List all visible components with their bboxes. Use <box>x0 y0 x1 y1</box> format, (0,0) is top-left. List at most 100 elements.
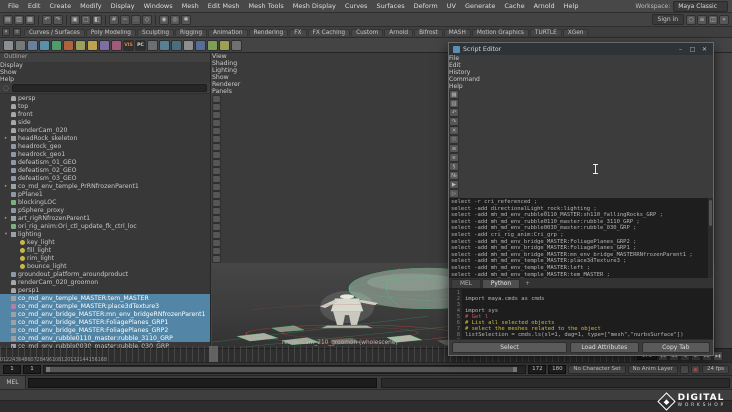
script-editor-menu-item[interactable]: File <box>449 55 713 62</box>
script-editor-menu-item[interactable]: Command <box>449 76 713 83</box>
anim-layer-dropdown[interactable]: No Anim Layer <box>627 364 678 374</box>
menu-item[interactable]: Create <box>45 2 75 10</box>
status-icon[interactable]: ▢ <box>81 14 91 25</box>
script-editor-titlebar[interactable]: Script Editor – □ ✕ <box>449 43 713 55</box>
outliner-item[interactable]: ori_rig_anim:Ori_ctl_update_fk_ctrl_loc <box>0 222 210 230</box>
viewport-toolbar-icon[interactable] <box>212 183 221 191</box>
outliner-item[interactable]: co_md_env_bridge_MASTER:mn_env_bridgeRNf… <box>0 310 210 318</box>
status-icon[interactable]: ▦ <box>25 14 35 25</box>
script-editor-toolbar-icon[interactable]: ▷ <box>449 189 459 198</box>
viewport-toolbar-icon[interactable] <box>212 191 221 199</box>
viewport-toolbar-icon[interactable] <box>212 143 221 151</box>
status-icon[interactable]: ~ <box>120 14 130 25</box>
outliner-menu-item[interactable]: Help <box>0 76 210 83</box>
expand-arrow-icon[interactable]: ▸ <box>3 136 9 141</box>
range-slider-bar[interactable] <box>46 366 518 372</box>
range-slider[interactable] <box>43 364 527 374</box>
menu-item[interactable]: Generate <box>461 2 499 10</box>
outliner-item[interactable]: bounce_light <box>0 262 210 270</box>
outliner-item[interactable]: key_light <box>0 238 210 246</box>
script-editor-toolbar-icon[interactable]: ↷ <box>449 117 459 126</box>
shelf-tool-icon[interactable] <box>63 39 74 51</box>
animation-end-field[interactable]: 180 <box>548 364 567 374</box>
script-editor-toolbar-icon[interactable]: ↶ <box>449 108 459 117</box>
viewport-toolbar-icon[interactable] <box>212 111 221 119</box>
shelf-tab[interactable]: FX Caching <box>307 28 351 36</box>
outliner-item[interactable]: ▾ lighting <box>0 230 210 238</box>
playback-start-field[interactable]: 1 <box>23 364 41 374</box>
viewport-toolbar-icon[interactable] <box>212 151 221 159</box>
script-input-pane[interactable]: 1 2 import maya.cmds as cmds 3 4 import … <box>449 289 713 339</box>
menu-item[interactable]: Edit Mesh <box>204 2 244 10</box>
viewport-toolbar-icon[interactable] <box>212 103 221 111</box>
outliner-item[interactable]: renderCam_020 <box>0 126 210 134</box>
expand-arrow-icon[interactable]: ▸ <box>3 184 9 189</box>
shelf-tool-icon[interactable] <box>159 39 170 51</box>
range-end-handle[interactable] <box>513 366 518 372</box>
expand-arrow-icon[interactable]: ▾ <box>3 232 9 237</box>
playback-end-field[interactable]: 172 <box>528 364 547 374</box>
shelf-tool-icon[interactable]: VIS <box>123 39 134 51</box>
viewport-toolbar-icon[interactable] <box>212 231 221 239</box>
fps-dropdown[interactable]: 24 fps <box>701 364 729 374</box>
status-icon[interactable]: ✱ <box>181 14 191 25</box>
shelf-tool-icon[interactable] <box>3 39 14 51</box>
shelf-tab[interactable]: Curves / Surfaces <box>24 28 85 36</box>
menu-item[interactable]: Deform <box>410 2 442 10</box>
shelf-tool-icon[interactable] <box>87 39 98 51</box>
status-icon[interactable] <box>105 14 106 25</box>
workspace-selector[interactable]: Maya Classic <box>673 0 728 12</box>
outliner-item[interactable]: fill_light <box>0 246 210 254</box>
status-icon[interactable]: ▣ <box>70 14 80 25</box>
outliner-item[interactable]: co_md_env_temple_MASTER:place3dTexture3 <box>0 302 210 310</box>
menu-item[interactable]: Mesh Display <box>289 2 340 10</box>
menu-item[interactable]: Curves <box>341 2 372 10</box>
script-editor-toolbar-icon[interactable]: ⌑ <box>449 135 459 144</box>
menu-item[interactable]: File <box>4 2 23 10</box>
outliner-item[interactable]: persp <box>0 94 210 102</box>
command-input[interactable] <box>28 377 377 388</box>
viewport-toolbar-icon[interactable] <box>212 207 221 215</box>
script-editor-menu-item[interactable]: Edit <box>449 62 713 69</box>
command-language-switch[interactable]: MEL <box>0 376 26 389</box>
shelf-tool-icon[interactable] <box>27 39 38 51</box>
script-editor-toolbar-icon[interactable]: ▦ <box>449 90 459 99</box>
shelf-tool-icon[interactable] <box>99 39 110 51</box>
expand-arrow-icon[interactable]: ▸ <box>3 216 9 221</box>
script-editor-toolbar-icon[interactable]: e <box>449 153 459 162</box>
history-scrollbar[interactable] <box>708 198 713 278</box>
status-icon[interactable]: ◎ <box>170 14 180 25</box>
outliner-item[interactable]: persp1 <box>0 286 210 294</box>
status-icon[interactable]: # <box>109 14 119 25</box>
shelf-tool-icon[interactable] <box>75 39 86 51</box>
outliner-item[interactable]: pPlane1 <box>0 190 210 198</box>
outliner-item[interactable]: rim_light <box>0 254 210 262</box>
shelf-tab[interactable]: XGen <box>562 28 589 36</box>
shelf-tool-icon[interactable] <box>39 39 50 51</box>
outliner-item[interactable]: co_md_env_rubble0110_master:rubble_3110_… <box>0 334 210 342</box>
outliner-item[interactable]: ▸ co_md_env_temple_PrRNfrozenParent1 <box>0 182 210 190</box>
script-editor-menu-item[interactable]: History <box>449 69 713 76</box>
shelf-tab[interactable]: Motion Graphics <box>471 28 529 36</box>
outliner-item[interactable]: defeatism_03_GEO <box>0 174 210 182</box>
viewport-toolbar-icon[interactable] <box>212 247 221 255</box>
outliner-item[interactable]: co_md_env_bridge_MASTER:FoliagePlanes_GR… <box>0 326 210 334</box>
viewport-toolbar-icon[interactable] <box>212 135 221 143</box>
outliner-item[interactable]: defeatism_01_GEO <box>0 158 210 166</box>
viewport-toolbar-icon[interactable] <box>212 119 221 127</box>
outliner-item[interactable]: blockingLOC <box>0 198 210 206</box>
transport-button[interactable]: ▶▮ <box>713 350 723 361</box>
menu-item[interactable]: Surfaces <box>372 2 408 10</box>
outliner-item[interactable]: side <box>0 118 210 126</box>
menu-item[interactable]: Mesh Tools <box>245 2 288 10</box>
shelf-tab[interactable]: MASH <box>443 28 471 36</box>
outliner-item[interactable]: groundout_platform_aroundproduct <box>0 270 210 278</box>
shelf-tab[interactable]: Arnold <box>384 28 414 36</box>
script-editor-toolbar-icon[interactable]: ✕ <box>449 126 459 135</box>
close-icon[interactable]: ✕ <box>700 46 709 53</box>
status-icon[interactable]: ◧ <box>92 14 102 25</box>
status-right-icon[interactable]: ◫ <box>708 14 718 25</box>
outliner-item[interactable]: defeatism_02_GEO <box>0 166 210 174</box>
viewport-toolbar-icon[interactable] <box>212 175 221 183</box>
viewport-toolbar-icon[interactable] <box>212 159 221 167</box>
